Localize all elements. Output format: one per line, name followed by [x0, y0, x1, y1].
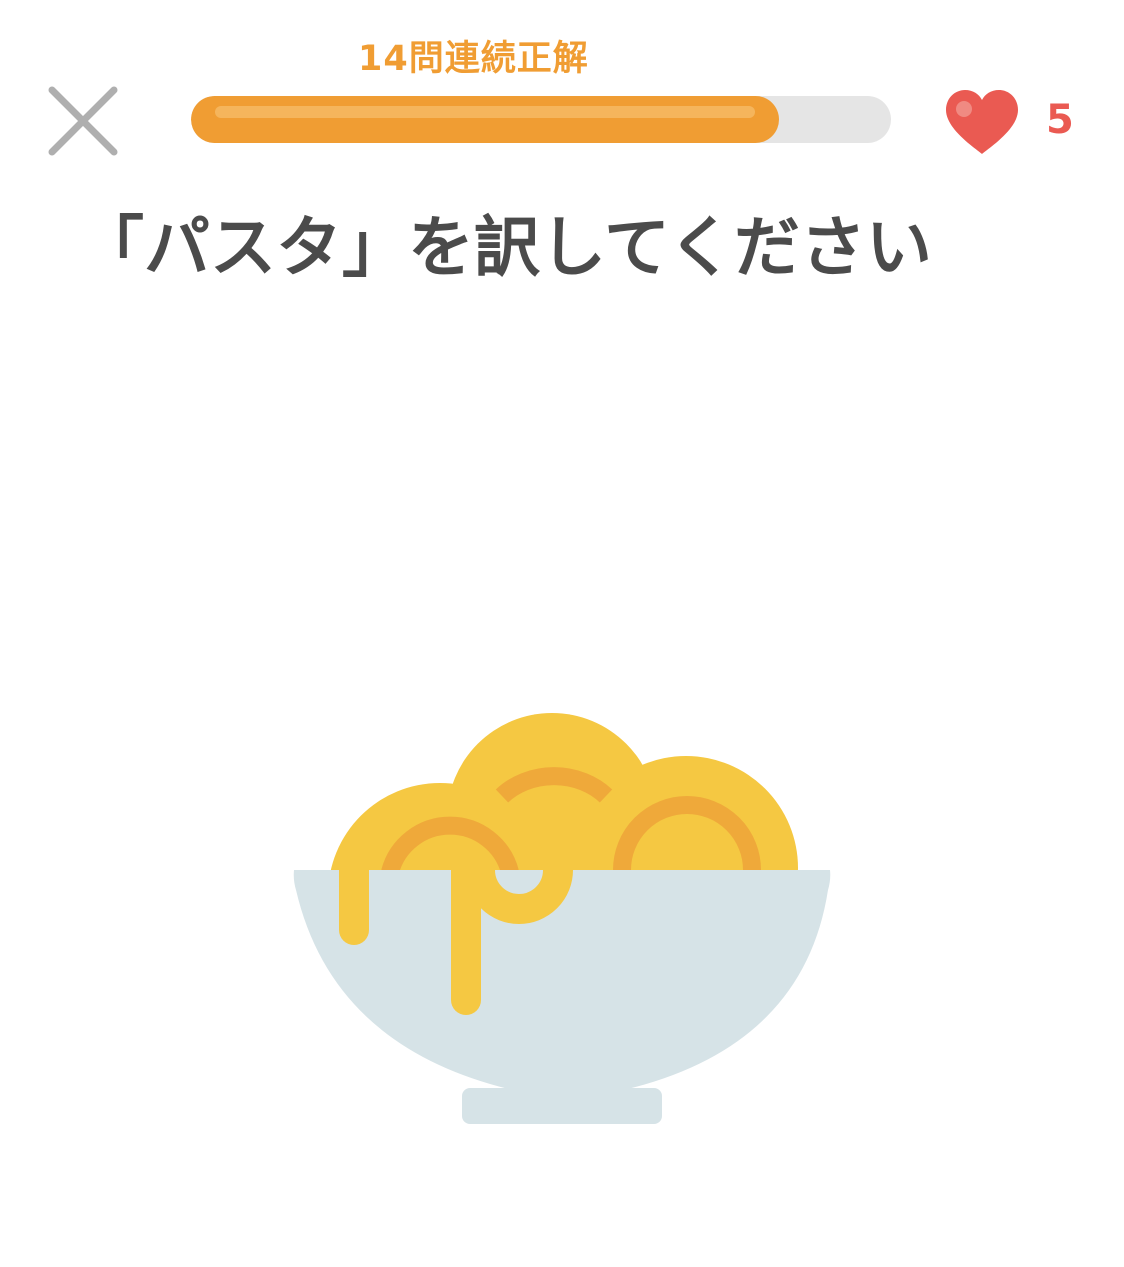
heart-icon [946, 90, 1018, 154]
prompt-title: 「パスタ」を訳してください [78, 209, 933, 286]
close-button[interactable] [44, 84, 120, 160]
close-icon [48, 86, 118, 156]
streak-label: 14問連続正解 [358, 39, 589, 79]
progress-fill [191, 96, 779, 143]
progress-bar [191, 96, 891, 143]
bowl [293, 870, 831, 1124]
pasta-bowl-illustration [293, 713, 831, 1124]
progress-highlight [215, 106, 755, 118]
hearts-count: 5 [1046, 97, 1074, 143]
